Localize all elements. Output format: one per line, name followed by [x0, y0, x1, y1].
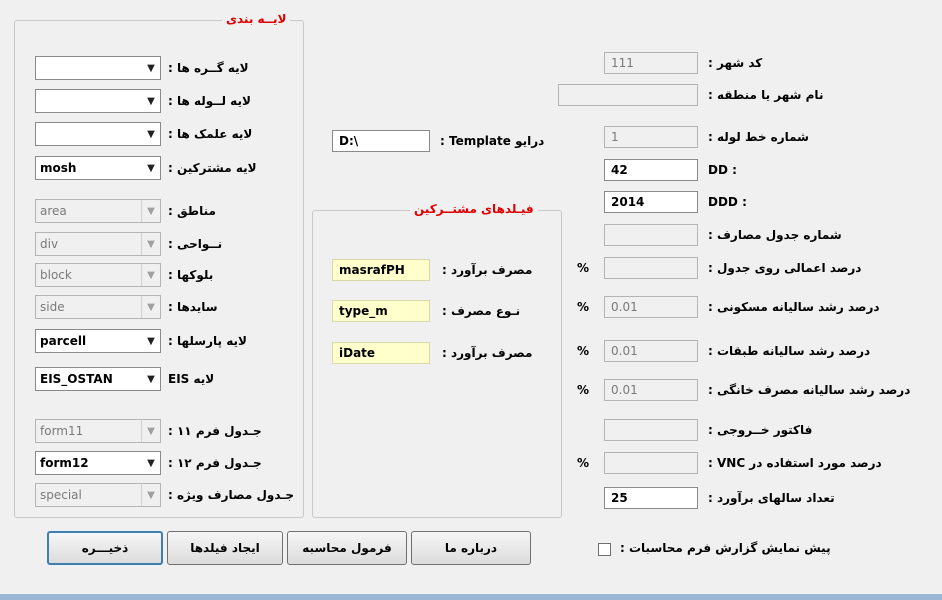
- layer-label: لایه گــره ها :: [168, 61, 249, 75]
- layer-combo-5: div ▼: [35, 232, 161, 256]
- layer-combo-10: form11 ▼: [35, 419, 161, 443]
- right-field-label: درصد رشد سالیانه مصرف خانگی :: [708, 383, 911, 397]
- layer-combo-value: side: [40, 300, 65, 314]
- right-field-label: تعداد سالهای برآورد :: [708, 491, 835, 505]
- layer-label: مناطق :: [168, 204, 216, 218]
- chevron-down-icon[interactable]: ▼: [142, 123, 160, 145]
- subscriber-fields-group: [312, 210, 562, 518]
- right-field-label: نام شهر یا منطقه :: [708, 88, 824, 102]
- layers-group-title: لایــه بندی: [222, 12, 291, 26]
- right-field-input: 111: [604, 52, 698, 74]
- layer-combo-value: form11: [40, 424, 84, 438]
- percent-sign: %: [577, 456, 590, 470]
- chevron-down-icon: ▼: [141, 264, 160, 286]
- layer-combo-value: form12: [40, 456, 89, 470]
- subscriber-fields-title: فیـلدهای مشتــرکین: [410, 202, 538, 216]
- right-field-label: درصد مورد استفاده در VNC :: [708, 456, 882, 470]
- subscriber-field-label: نـوع مصرف :: [442, 304, 521, 318]
- template-drive-input[interactable]: D:\: [332, 130, 430, 152]
- right-field-label: درصد اعمالی روی جدول :: [708, 261, 862, 275]
- layer-combo-value: area: [40, 204, 67, 218]
- layer-label: جـدول فرم ۱۱ :: [168, 424, 262, 438]
- layer-combo-12: special ▼: [35, 483, 161, 507]
- layer-label: جـدول فرم ۱۲ :: [168, 456, 262, 470]
- chevron-down-icon[interactable]: ▼: [142, 368, 160, 390]
- chevron-down-icon[interactable]: ▼: [142, 57, 160, 79]
- preview-report-label: پیش نمایش گزارش فرم محاسبات :: [620, 541, 831, 555]
- layer-label: لایه لــوله ها :: [168, 94, 251, 108]
- chevron-down-icon: ▼: [141, 420, 160, 442]
- layer-label: لایه علمک ها :: [168, 127, 253, 141]
- right-field-label: شماره خط لوله :: [708, 130, 809, 144]
- save-button[interactable]: ذخیـــره: [47, 531, 163, 565]
- right-field-input: [604, 452, 698, 474]
- chevron-down-icon: ▼: [141, 233, 160, 255]
- chevron-down-icon[interactable]: ▼: [142, 452, 160, 474]
- preview-report-checkbox[interactable]: [598, 543, 611, 556]
- layer-label: نــواحی :: [168, 237, 223, 251]
- chevron-down-icon[interactable]: ▼: [142, 90, 160, 112]
- layer-label: سایدها :: [168, 300, 218, 314]
- right-field-label: درصد رشد سالیانه مسکونی :: [708, 300, 880, 314]
- about-button[interactable]: درباره ما: [411, 531, 531, 565]
- layer-label: لایه مشترکین :: [168, 161, 257, 175]
- layer-combo-value: div: [40, 237, 59, 251]
- subscriber-field-label: مصرف برآورد :: [442, 346, 533, 360]
- percent-sign: %: [577, 344, 590, 358]
- right-field-input: 1: [604, 126, 698, 148]
- chevron-down-icon[interactable]: ▼: [142, 330, 160, 352]
- right-field-input[interactable]: 25: [604, 487, 698, 509]
- right-field-label: : DD: [708, 163, 737, 177]
- subscriber-field-label: مصرف برآورد :: [442, 263, 533, 277]
- layer-combo-6: block ▼: [35, 263, 161, 287]
- calc-formula-button[interactable]: فرمول محاسبه: [287, 531, 407, 565]
- layer-combo-value: parcell: [40, 334, 87, 348]
- layer-combo-8[interactable]: parcell ▼: [35, 329, 161, 353]
- chevron-down-icon: ▼: [141, 296, 160, 318]
- right-field-input: [604, 419, 698, 441]
- layer-combo-0[interactable]: ▼: [35, 56, 161, 80]
- create-fields-button[interactable]: ایجاد فیلدها: [167, 531, 283, 565]
- right-field-input: [604, 257, 698, 279]
- layer-combo-value: special: [40, 488, 82, 502]
- right-field-input: 0.01: [604, 379, 698, 401]
- right-field-label: کد شهر :: [708, 56, 763, 70]
- layer-combo-value: EIS_OSTAN: [40, 372, 113, 386]
- right-field-input: 0.01: [604, 340, 698, 362]
- layer-combo-11[interactable]: form12 ▼: [35, 451, 161, 475]
- right-field-input[interactable]: 42: [604, 159, 698, 181]
- layer-combo-value: mosh: [40, 161, 77, 175]
- subscriber-field-input[interactable]: type_m: [332, 300, 430, 322]
- layer-combo-3[interactable]: mosh ▼: [35, 156, 161, 180]
- chevron-down-icon: ▼: [141, 200, 160, 222]
- chevron-down-icon[interactable]: ▼: [142, 157, 160, 179]
- window-bottom-border: [0, 594, 942, 600]
- layer-combo-2[interactable]: ▼: [35, 122, 161, 146]
- right-field-input: [558, 84, 698, 106]
- layer-combo-9[interactable]: EIS_OSTAN ▼: [35, 367, 161, 391]
- chevron-down-icon: ▼: [141, 484, 160, 506]
- percent-sign: %: [577, 383, 590, 397]
- right-field-input: 0.01: [604, 296, 698, 318]
- layer-combo-4: area ▼: [35, 199, 161, 223]
- subscriber-field-input[interactable]: masrafPH: [332, 259, 430, 281]
- layer-combo-7: side ▼: [35, 295, 161, 319]
- layer-label: لایه EIS: [168, 372, 215, 386]
- right-field-input[interactable]: 2014: [604, 191, 698, 213]
- percent-sign: %: [577, 300, 590, 314]
- right-field-input: [604, 224, 698, 246]
- layer-label: لایه پارسلها :: [168, 334, 247, 348]
- layer-combo-1[interactable]: ▼: [35, 89, 161, 113]
- percent-sign: %: [577, 261, 590, 275]
- right-field-label: : DDD: [708, 195, 747, 209]
- subscriber-field-input[interactable]: iDate: [332, 342, 430, 364]
- template-drive-label: درایو Template :: [440, 134, 545, 148]
- right-field-label: فاکتور خــروجی :: [708, 423, 813, 437]
- layer-label: بلوکها :: [168, 268, 214, 282]
- layer-label: جـدول مصارف ویژه :: [168, 488, 295, 502]
- layer-combo-value: block: [40, 268, 72, 282]
- right-field-label: شماره جدول مصارف :: [708, 228, 842, 242]
- right-field-label: درصد رشد سالیانه طبقات :: [708, 344, 871, 358]
